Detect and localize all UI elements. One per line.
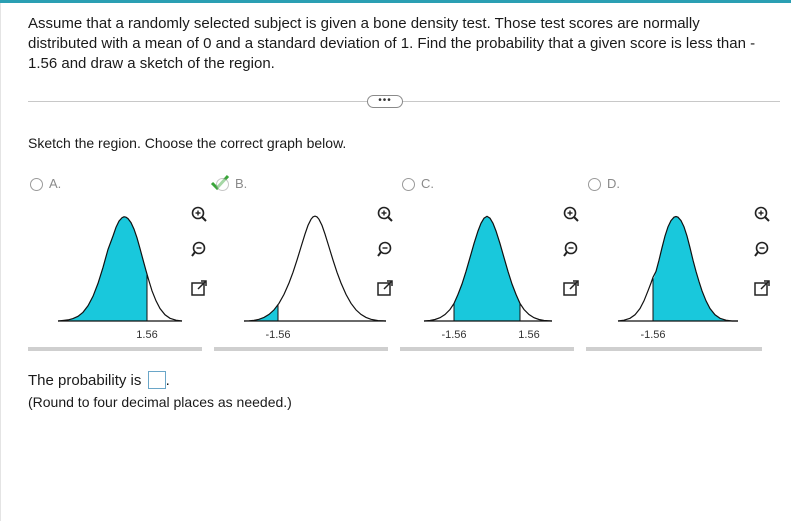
option-a[interactable]: A. 1.56 [30, 176, 208, 356]
answer-prefix: The probability is [28, 372, 142, 389]
open-external-icon[interactable] [562, 279, 580, 297]
option-d[interactable]: D. -1.56 [588, 176, 770, 356]
option-c-underline [400, 347, 574, 351]
section-divider [28, 101, 780, 102]
answer-row: The probability is . [28, 371, 170, 389]
open-external-icon[interactable] [190, 279, 208, 297]
rounding-note: (Round to four decimal places as needed.… [28, 394, 292, 410]
open-external-icon[interactable] [376, 279, 394, 297]
answer-input[interactable] [147, 371, 166, 389]
prompt-text: Sketch the region. Choose the correct gr… [28, 135, 347, 151]
zoom-in-icon[interactable] [376, 205, 394, 223]
option-b-graph: -1.56 [243, 215, 387, 341]
option-b-tick-label: -1.56 [265, 329, 290, 341]
page-left-edge [0, 0, 1, 521]
zoom-out-icon[interactable] [190, 240, 208, 258]
zoom-in-icon[interactable] [190, 205, 208, 223]
option-b[interactable]: B. -1.56 [210, 174, 394, 356]
option-a-graph: 1.56 [57, 216, 183, 341]
zoom-in-icon[interactable] [562, 205, 580, 223]
option-c-tick-label-left: -1.56 [441, 329, 466, 341]
open-external-icon[interactable] [753, 279, 771, 297]
top-accent-bar [0, 0, 791, 3]
option-c-tick-label-right: 1.56 [518, 329, 539, 341]
option-a-tick-label: 1.56 [136, 329, 157, 341]
answer-suffix: . [165, 372, 170, 389]
zoom-out-icon[interactable] [562, 240, 580, 258]
option-c[interactable]: C. -1.56 1.56 [402, 176, 580, 356]
question-text: Assume that a randomly selected subject … [28, 15, 756, 72]
option-c-graph: -1.56 1.56 [423, 215, 553, 341]
more-button[interactable]: ••• [367, 95, 403, 108]
option-d-graph: -1.56 [617, 215, 738, 341]
option-b-underline [214, 347, 388, 351]
option-d-underline [586, 347, 762, 351]
option-a-underline [28, 347, 202, 351]
option-d-tick-label: -1.56 [640, 329, 665, 341]
zoom-in-icon[interactable] [753, 205, 771, 223]
zoom-out-icon[interactable] [753, 240, 771, 258]
zoom-out-icon[interactable] [376, 240, 394, 258]
